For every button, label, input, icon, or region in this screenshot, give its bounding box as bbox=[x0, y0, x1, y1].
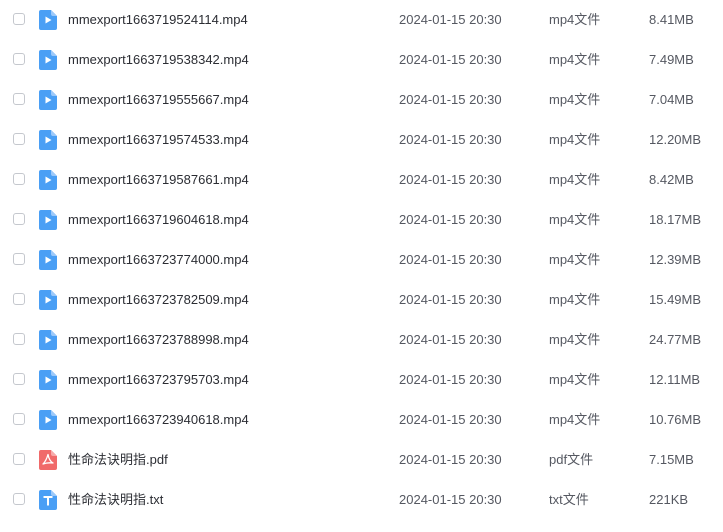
file-name[interactable]: mmexport1663723940618.mp4 bbox=[68, 400, 249, 440]
file-size: 7.49MB bbox=[649, 52, 694, 67]
file-modified-date: 2024-01-15 20:30 bbox=[399, 52, 502, 67]
file-size: 10.76MB bbox=[649, 412, 702, 427]
file-size: 12.39MB bbox=[649, 252, 702, 267]
video-file-icon bbox=[39, 330, 57, 350]
file-select-checkbox[interactable] bbox=[13, 453, 25, 465]
file-type: mp4文件 bbox=[549, 92, 601, 107]
file-modified-date: 2024-01-15 20:30 bbox=[399, 332, 502, 347]
file-row[interactable]: mmexport1663719555667.mp4 2024-01-15 20:3… bbox=[0, 80, 723, 120]
file-type: txt文件 bbox=[549, 492, 589, 507]
file-size: 18.17MB bbox=[649, 212, 702, 227]
file-select-checkbox[interactable] bbox=[13, 253, 25, 265]
file-modified-date: 2024-01-15 20:30 bbox=[399, 12, 502, 27]
file-row[interactable]: mmexport1663723782509.mp4 2024-01-15 20:3… bbox=[0, 280, 723, 320]
video-file-icon bbox=[39, 210, 57, 230]
file-size: 221KB bbox=[649, 492, 689, 507]
file-name[interactable]: mmexport1663719524114.mp4 bbox=[68, 0, 248, 40]
file-name[interactable]: 性命法诀明指.pdf bbox=[68, 440, 168, 480]
file-row[interactable]: mmexport1663723774000.mp4 2024-01-15 20:3… bbox=[0, 240, 723, 280]
file-size: 24.77MB bbox=[649, 332, 702, 347]
file-size: 15.49MB bbox=[649, 292, 702, 307]
file-size: 7.15MB bbox=[649, 452, 694, 467]
txt-file-icon bbox=[39, 490, 57, 510]
file-type: mp4文件 bbox=[549, 372, 601, 387]
file-modified-date: 2024-01-15 20:30 bbox=[399, 492, 502, 507]
pdf-file-icon bbox=[39, 450, 57, 470]
file-list: mmexport1663719524114.mp4 2024-01-15 20:3… bbox=[0, 0, 723, 532]
file-row[interactable]: mmexport1663723940618.mp4 2024-01-15 20:3… bbox=[0, 400, 723, 440]
file-select-checkbox[interactable] bbox=[13, 173, 25, 185]
file-name[interactable]: mmexport1663723774000.mp4 bbox=[68, 240, 249, 280]
file-row[interactable]: 性命法诀明指.txt 2024-01-15 20:30 txt文件 221KB bbox=[0, 480, 723, 520]
file-modified-date: 2024-01-15 20:30 bbox=[399, 372, 502, 387]
file-row[interactable]: mmexport1663719524114.mp4 2024-01-15 20:3… bbox=[0, 0, 723, 40]
file-name[interactable]: mmexport1663723782509.mp4 bbox=[68, 280, 249, 320]
file-select-checkbox[interactable] bbox=[13, 93, 25, 105]
file-modified-date: 2024-01-15 20:30 bbox=[399, 252, 502, 267]
file-name[interactable]: mmexport1663723795703.mp4 bbox=[68, 360, 249, 400]
video-file-icon bbox=[39, 50, 57, 70]
video-file-icon bbox=[39, 370, 57, 390]
file-select-checkbox[interactable] bbox=[13, 213, 25, 225]
file-size: 12.11MB bbox=[649, 372, 701, 387]
file-modified-date: 2024-01-15 20:30 bbox=[399, 292, 502, 307]
file-type: mp4文件 bbox=[549, 52, 601, 67]
file-size: 8.41MB bbox=[649, 12, 694, 27]
video-file-icon bbox=[39, 410, 57, 430]
file-type: pdf文件 bbox=[549, 452, 594, 467]
file-select-checkbox[interactable] bbox=[13, 293, 25, 305]
file-type: mp4文件 bbox=[549, 292, 601, 307]
file-row[interactable]: 性命法诀明指.pdf 2024-01-15 20:30 pdf文件 7.15MB bbox=[0, 440, 723, 480]
file-type: mp4文件 bbox=[549, 172, 601, 187]
file-row[interactable]: mmexport1663719604618.mp4 2024-01-15 20:3… bbox=[0, 200, 723, 240]
file-select-checkbox[interactable] bbox=[13, 493, 25, 505]
file-select-checkbox[interactable] bbox=[13, 333, 25, 345]
file-modified-date: 2024-01-15 20:30 bbox=[399, 452, 502, 467]
file-name[interactable]: mmexport1663719604618.mp4 bbox=[68, 200, 249, 240]
file-type: mp4文件 bbox=[549, 12, 601, 27]
file-select-checkbox[interactable] bbox=[13, 133, 25, 145]
file-modified-date: 2024-01-15 20:30 bbox=[399, 212, 502, 227]
file-name[interactable]: mmexport1663723788998.mp4 bbox=[68, 320, 249, 360]
file-name[interactable]: mmexport1663719538342.mp4 bbox=[68, 40, 249, 80]
video-file-icon bbox=[39, 290, 57, 310]
file-size: 12.20MB bbox=[649, 132, 702, 147]
video-file-icon bbox=[39, 10, 57, 30]
video-file-icon bbox=[39, 170, 57, 190]
file-modified-date: 2024-01-15 20:30 bbox=[399, 172, 502, 187]
file-select-checkbox[interactable] bbox=[13, 53, 25, 65]
file-size: 8.42MB bbox=[649, 172, 694, 187]
file-row[interactable]: mmexport1663719574533.mp4 2024-01-15 20:3… bbox=[0, 120, 723, 160]
file-name[interactable]: 性命法诀明指.txt bbox=[68, 480, 163, 520]
file-row[interactable]: mmexport1663719538342.mp4 2024-01-15 20:3… bbox=[0, 40, 723, 80]
file-type: mp4文件 bbox=[549, 332, 601, 347]
file-name[interactable]: mmexport1663719587661.mp4 bbox=[68, 160, 249, 200]
video-file-icon bbox=[39, 250, 57, 270]
file-row[interactable]: mmexport1663723795703.mp4 2024-01-15 20:3… bbox=[0, 360, 723, 400]
video-file-icon bbox=[39, 90, 57, 110]
file-select-checkbox[interactable] bbox=[13, 413, 25, 425]
file-select-checkbox[interactable] bbox=[13, 373, 25, 385]
file-select-checkbox[interactable] bbox=[13, 13, 25, 25]
video-file-icon bbox=[39, 130, 57, 150]
file-type: mp4文件 bbox=[549, 412, 601, 427]
file-type: mp4文件 bbox=[549, 132, 601, 147]
file-modified-date: 2024-01-15 20:30 bbox=[399, 132, 502, 147]
file-type: mp4文件 bbox=[549, 252, 601, 267]
file-row[interactable]: mmexport1663723788998.mp4 2024-01-15 20:3… bbox=[0, 320, 723, 360]
file-name[interactable]: mmexport1663719574533.mp4 bbox=[68, 120, 249, 160]
file-modified-date: 2024-01-15 20:30 bbox=[399, 92, 502, 107]
file-modified-date: 2024-01-15 20:30 bbox=[399, 412, 502, 427]
file-size: 7.04MB bbox=[649, 92, 694, 107]
file-row[interactable]: mmexport1663719587661.mp4 2024-01-15 20:3… bbox=[0, 160, 723, 200]
file-type: mp4文件 bbox=[549, 212, 601, 227]
file-name[interactable]: mmexport1663719555667.mp4 bbox=[68, 80, 249, 120]
